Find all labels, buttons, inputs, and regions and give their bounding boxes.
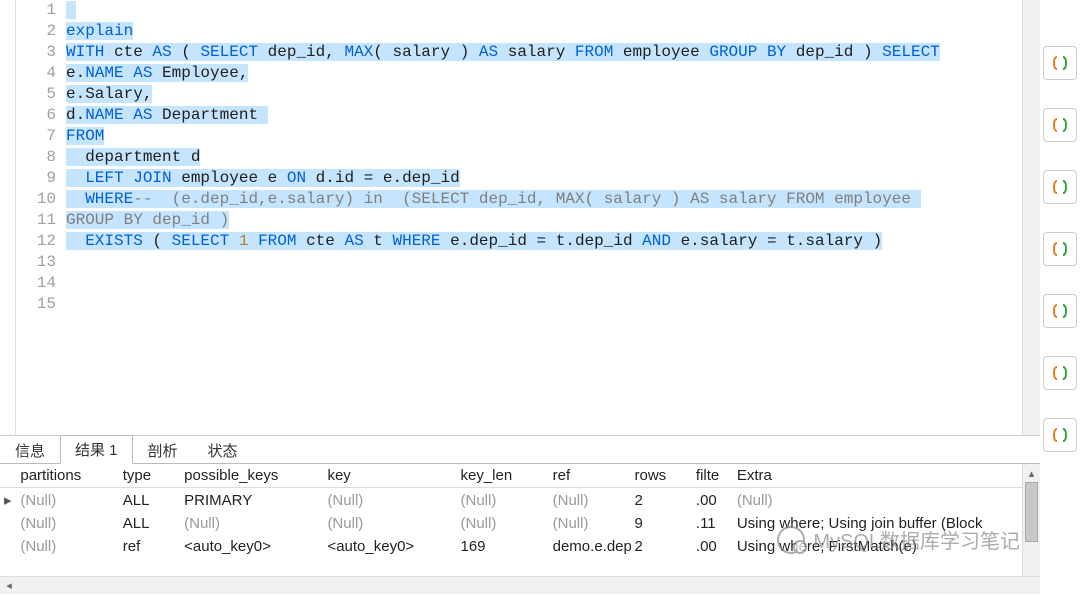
brackets-icon[interactable] <box>1043 418 1077 452</box>
col-header[interactable]: partitions <box>16 464 118 488</box>
table-row[interactable]: ▸(Null)ALLPRIMARY(Null)(Null)(Null)2.00(… <box>0 488 1040 513</box>
col-header[interactable]: key <box>323 464 456 488</box>
editor-scrollbar[interactable] <box>1022 0 1040 435</box>
brackets-icon[interactable] <box>1043 232 1077 266</box>
tab-0[interactable]: 信息 <box>0 436 60 464</box>
col-header[interactable]: filte <box>692 464 733 488</box>
col-header[interactable]: rows <box>631 464 692 488</box>
col-header[interactable]: possible_keys <box>180 464 323 488</box>
col-header[interactable]: Extra <box>733 464 1040 488</box>
results-panel: partitionstypepossible_keyskeykey_lenref… <box>0 464 1040 594</box>
col-header[interactable]: key_len <box>457 464 549 488</box>
tab-1[interactable]: 结果 1 <box>60 435 133 464</box>
horizontal-scrollbar[interactable]: ◂ ▸ <box>0 576 1080 594</box>
results-table[interactable]: partitionstypepossible_keyskeykey_lenref… <box>0 464 1040 558</box>
brackets-icon[interactable] <box>1043 46 1077 80</box>
col-header[interactable]: ref <box>549 464 631 488</box>
scroll-up-icon[interactable]: ▴ <box>1023 464 1040 482</box>
table-row[interactable]: (Null)ref<auto_key0><auto_key0>169demo.e… <box>0 535 1040 558</box>
brackets-icon[interactable] <box>1043 294 1077 328</box>
editor-margin <box>0 0 16 435</box>
code-area[interactable]: explainWITH cte AS ( SELECT dep_id, MAX(… <box>66 0 1022 435</box>
brackets-icon[interactable] <box>1043 356 1077 390</box>
results-vertical-scrollbar[interactable]: ▴ ▾ <box>1022 464 1040 594</box>
brackets-icon[interactable] <box>1043 108 1077 142</box>
sql-editor[interactable]: 123456789101112131415 explainWITH cte AS… <box>0 0 1040 436</box>
tab-2[interactable]: 剖析 <box>133 436 193 464</box>
tab-3[interactable]: 状态 <box>193 436 253 464</box>
scroll-left-icon[interactable]: ◂ <box>0 577 18 595</box>
col-header[interactable]: type <box>119 464 180 488</box>
brackets-icon[interactable] <box>1043 170 1077 204</box>
line-number-gutter: 123456789101112131415 <box>16 0 66 435</box>
table-row[interactable]: (Null)ALL(Null)(Null)(Null)(Null)9.11Usi… <box>0 512 1040 535</box>
result-tabs: 信息结果 1剖析状态 <box>0 436 1040 464</box>
right-sidebar <box>1040 0 1080 594</box>
scroll-thumb[interactable] <box>1025 482 1038 542</box>
